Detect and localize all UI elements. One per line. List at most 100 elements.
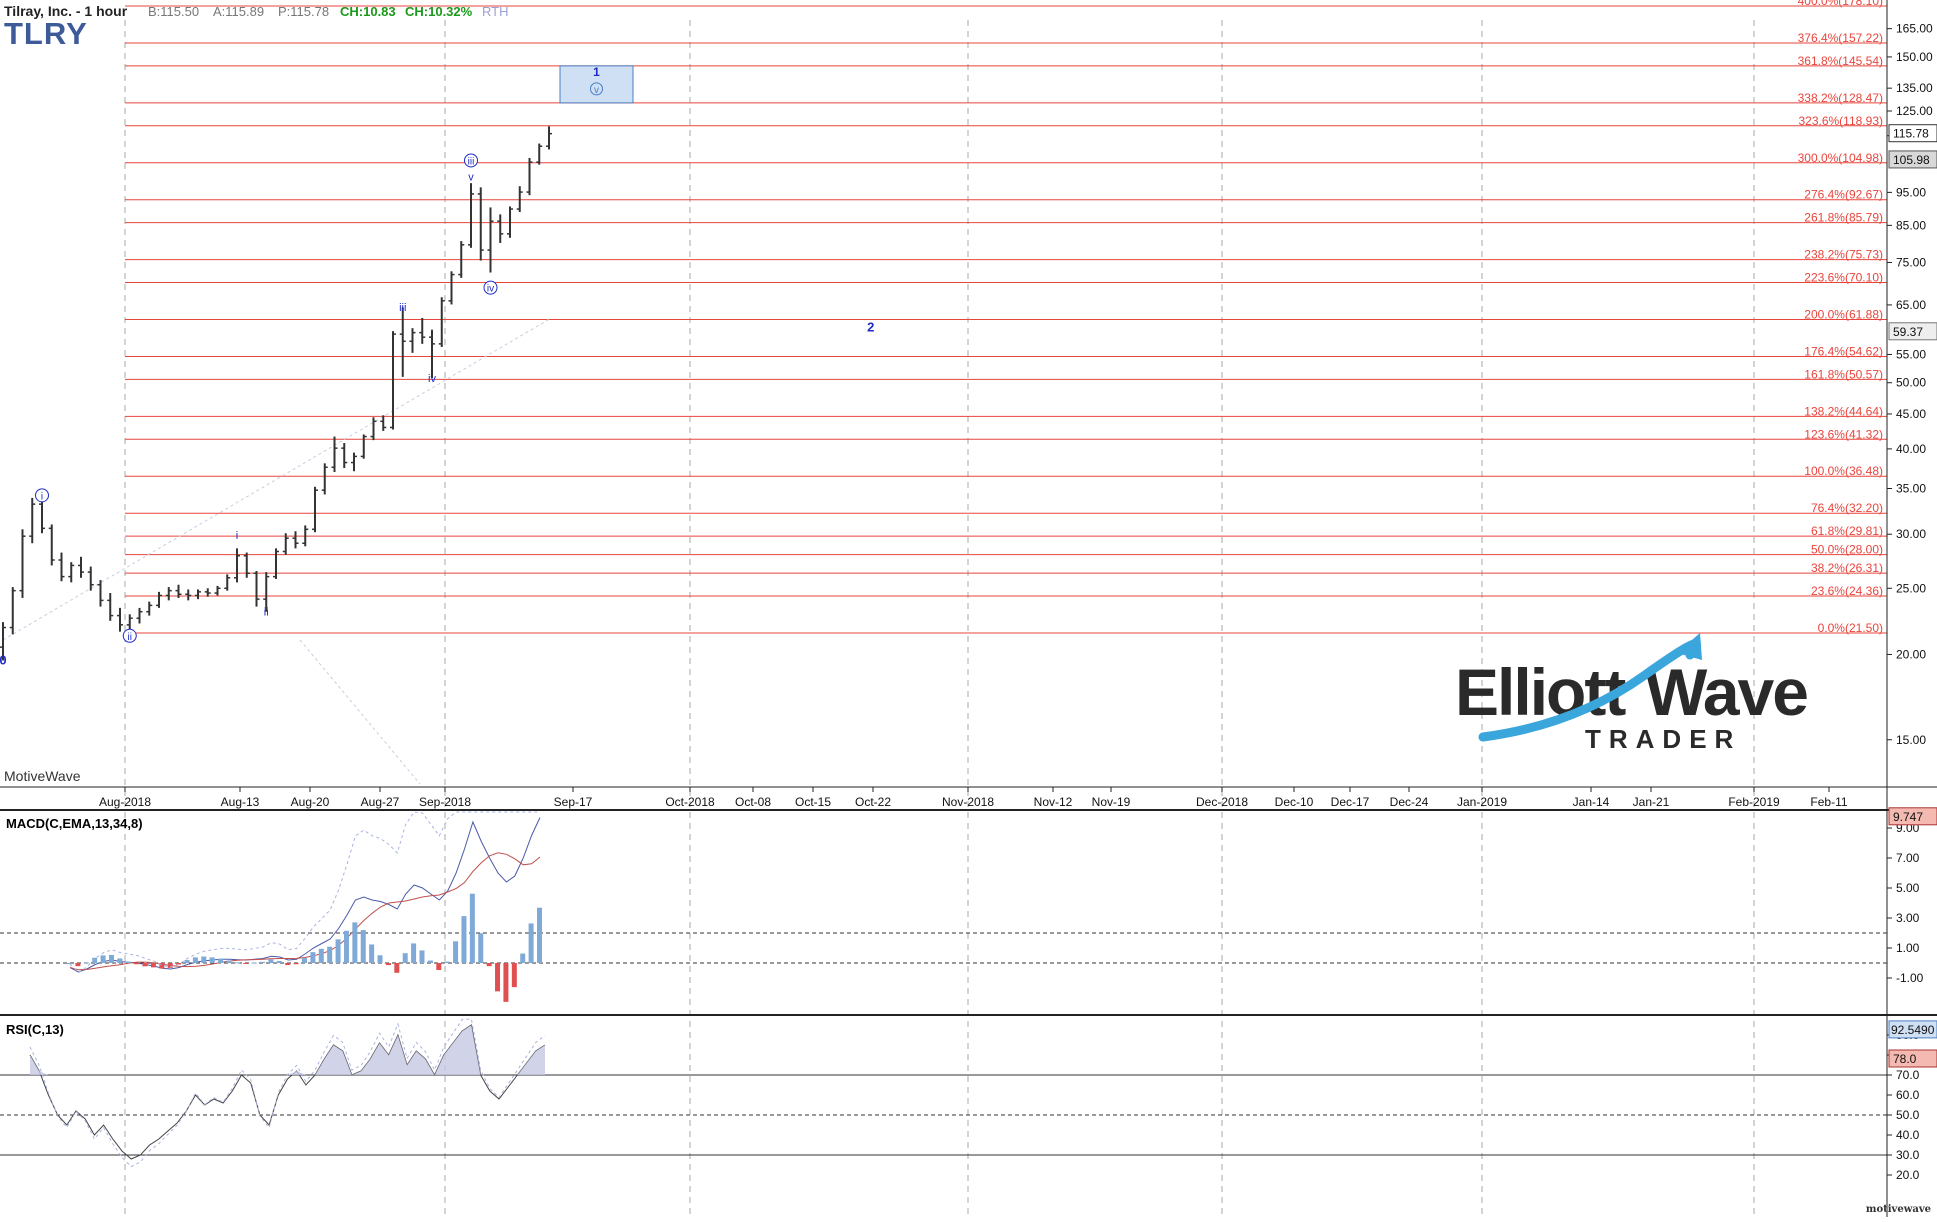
wave-label: 0 bbox=[0, 652, 7, 667]
ohlc-bar bbox=[438, 297, 445, 347]
macd-histogram-bar bbox=[402, 953, 408, 963]
macd-histogram-bar bbox=[260, 961, 266, 963]
wave-1-label: 1 bbox=[593, 65, 600, 79]
x-tick-label: Feb-2019 bbox=[1728, 795, 1780, 809]
ohlc-bar bbox=[78, 556, 84, 578]
ohlc-bar bbox=[370, 417, 377, 441]
rsi-y-tick-label: 20.0 bbox=[1896, 1168, 1920, 1182]
ask-value: A:115.89 bbox=[213, 4, 265, 19]
macd-value-tag: 9.747 bbox=[1893, 810, 1923, 824]
y-tick-label: 125.00 bbox=[1896, 104, 1933, 118]
macd-histogram-bar bbox=[142, 963, 148, 967]
rsi-y-tick-label: 50.0 bbox=[1896, 1108, 1920, 1122]
ohlc-bar bbox=[419, 317, 426, 344]
ohlc-bar bbox=[516, 186, 523, 213]
price-value: P:115.78 bbox=[278, 4, 330, 19]
ohlc-bar bbox=[214, 585, 221, 596]
ohlc-bar bbox=[195, 589, 201, 600]
y-tick-label: 55.00 bbox=[1896, 347, 1926, 361]
fib-label: 238.2%(75.73) bbox=[1804, 248, 1883, 262]
x-tick-label: Aug-27 bbox=[361, 795, 400, 809]
macd-histogram-bar bbox=[444, 961, 450, 963]
fib-label: 400.0%(178.10) bbox=[1798, 0, 1883, 8]
fib-label: 176.4%(54.62) bbox=[1804, 345, 1883, 359]
ohlc-bar bbox=[48, 524, 55, 566]
logo-word-trader: TRADER bbox=[1585, 724, 1741, 754]
session-label: RTH bbox=[482, 4, 509, 19]
macd-histogram-bar bbox=[150, 963, 156, 968]
y-tick-label: 40.00 bbox=[1896, 442, 1926, 456]
fib-label: 138.2%(44.64) bbox=[1804, 404, 1883, 418]
moving-average-line bbox=[2, 318, 550, 641]
x-tick-label: Sep-17 bbox=[554, 795, 593, 809]
logo-word-wave: Wave bbox=[1645, 655, 1807, 729]
macd-histogram-bar bbox=[427, 960, 433, 963]
macd-histogram-bar bbox=[478, 933, 484, 963]
x-tick-label: Jan-21 bbox=[1633, 795, 1670, 809]
chart-area: 400.0%(178.10) 376.4%(157.22) 361.8%(145.5… bbox=[0, 0, 1937, 1217]
macd-histogram-bar bbox=[243, 963, 249, 964]
macd-histogram-bar bbox=[75, 963, 81, 967]
ohlc-bar bbox=[136, 607, 143, 624]
macd-y-tick-label: 1.00 bbox=[1896, 941, 1920, 955]
macd-histogram-bar bbox=[486, 963, 492, 967]
ohlc-bar bbox=[243, 552, 250, 578]
macd-histogram-bar bbox=[226, 960, 232, 963]
y-tick-label: 95.00 bbox=[1896, 185, 1926, 199]
macd-histogram-bar bbox=[360, 930, 366, 963]
macd-histogram-bar bbox=[461, 916, 467, 963]
ohlc-bar bbox=[390, 331, 396, 430]
macd-histogram-bar bbox=[495, 963, 501, 992]
macd-histogram-bar bbox=[352, 922, 358, 963]
ohlc-bar bbox=[29, 497, 36, 544]
wave-label: iv bbox=[487, 284, 494, 295]
footer-brand: motivewave bbox=[1865, 1204, 1931, 1215]
macd-histogram-bar bbox=[218, 958, 224, 963]
ohlc-bar bbox=[292, 531, 299, 549]
macd-histogram-bar bbox=[335, 939, 341, 963]
ohlc-bar bbox=[331, 436, 338, 473]
macd-histogram-bar bbox=[310, 952, 316, 963]
macd-histogram-bar bbox=[385, 963, 391, 966]
x-tick-label: Feb-11 bbox=[1810, 795, 1847, 809]
ohlc-bar bbox=[117, 607, 123, 632]
macd-histogram-bar bbox=[511, 963, 517, 988]
macd-histogram-bar bbox=[234, 962, 240, 964]
ohlc-bar bbox=[351, 452, 357, 472]
x-tick-label: Aug-2018 bbox=[99, 795, 151, 809]
ohlc-bar bbox=[165, 587, 172, 601]
ohlc-bar bbox=[185, 589, 192, 601]
x-tick-label: Jan-2019 bbox=[1457, 795, 1507, 809]
fib-label: 161.8%(50.57) bbox=[1804, 367, 1883, 381]
ohlc-bar bbox=[468, 183, 474, 248]
x-tick-label: Nov-19 bbox=[1092, 795, 1131, 809]
ohlc-bar bbox=[19, 529, 26, 598]
ohlc-bar bbox=[58, 552, 65, 582]
fib-label: 338.2%(128.47) bbox=[1798, 91, 1883, 105]
x-tick-label: Oct-2018 bbox=[665, 795, 715, 809]
fib-label: 100.0%(36.48) bbox=[1804, 464, 1883, 478]
close-price-tag: 105.98 bbox=[1893, 153, 1930, 167]
y-tick-label: 150.00 bbox=[1896, 50, 1933, 64]
macd-histogram-bar bbox=[520, 953, 526, 963]
ohlc-bar bbox=[497, 214, 504, 243]
ohlc-bar bbox=[156, 591, 162, 608]
change-value: CH:10.83 bbox=[340, 4, 396, 19]
x-tick-label: Jan-14 bbox=[1573, 795, 1610, 809]
ohlc-bar bbox=[234, 548, 240, 583]
macd-histogram-bar bbox=[209, 957, 215, 963]
ohlc-bar bbox=[253, 570, 260, 607]
wave-label: v bbox=[468, 172, 474, 184]
ohlc-bar bbox=[9, 587, 16, 635]
ohlc-bar bbox=[97, 580, 104, 607]
y-tick-label: 15.00 bbox=[1896, 733, 1926, 747]
ohlc-bar bbox=[448, 271, 455, 305]
x-tick-label: Dec-17 bbox=[1331, 795, 1370, 809]
ohlc-bar bbox=[429, 329, 435, 379]
fib-label: 361.8%(145.54) bbox=[1798, 54, 1883, 68]
ohlc-bar bbox=[68, 562, 75, 583]
ohlc-bar bbox=[409, 328, 416, 353]
macd-histogram-bar bbox=[411, 943, 417, 963]
fib-label: 200.0%(61.88) bbox=[1804, 308, 1883, 322]
wave-label: 2 bbox=[867, 320, 874, 335]
